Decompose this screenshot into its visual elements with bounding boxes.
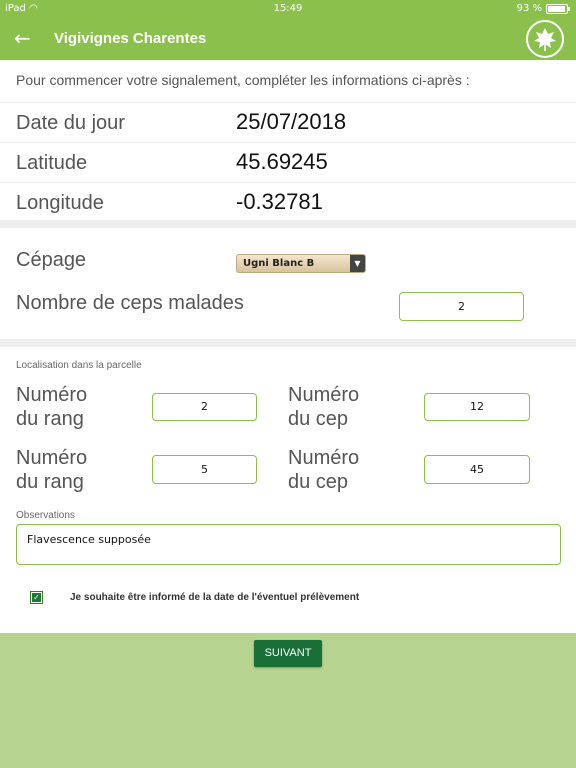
nav-bar: ← Vigivignes Charentes bbox=[0, 18, 576, 60]
longitude-value: -0.32781 bbox=[236, 189, 323, 214]
notify-label: Je souhaite être informé de la date de l… bbox=[70, 592, 360, 603]
notify-checkbox[interactable]: ✓ bbox=[30, 591, 43, 604]
cepage-label: Cépage bbox=[16, 249, 87, 271]
cepage-select[interactable]: Ugni Blanc B ▼ bbox=[236, 254, 366, 273]
latitude-label: Latitude bbox=[16, 152, 88, 174]
cep-label-1: Numéro du cep bbox=[288, 383, 359, 431]
arrow-left-icon[interactable]: ← bbox=[14, 26, 31, 50]
cep-label-line1: Numéro bbox=[288, 384, 360, 406]
observations-textarea[interactable]: Flavescence supposée bbox=[16, 524, 561, 565]
cep-label-line2: du cep bbox=[288, 471, 349, 493]
latitude-value: 45.69245 bbox=[236, 149, 328, 174]
battery-status: 93 % bbox=[516, 3, 570, 14]
battery-icon bbox=[546, 3, 570, 14]
ceps-malades-label: Nombre de ceps malades bbox=[16, 292, 244, 314]
observations-label: Observations bbox=[16, 510, 75, 521]
longitude-row: Longitude -0.32781 bbox=[0, 182, 576, 222]
page-title: Vigivignes Charentes bbox=[54, 30, 207, 47]
status-time: 15:49 bbox=[273, 3, 303, 14]
rang-input-1[interactable]: 2 bbox=[152, 393, 257, 421]
battery-fill bbox=[548, 5, 565, 12]
cep-input-1[interactable]: 12 bbox=[424, 393, 530, 421]
date-label: Date du jour bbox=[16, 112, 125, 134]
cepage-selected-value: Ugni Blanc B bbox=[243, 258, 315, 269]
latitude-row: Latitude 45.69245 bbox=[0, 142, 576, 182]
date-row: Date du jour 25/07/2018 bbox=[0, 102, 576, 142]
localisation-label: Localisation dans la parcelle bbox=[16, 360, 142, 371]
rang-label-line2: du rang bbox=[16, 408, 84, 430]
cep-input-2[interactable]: 45 bbox=[424, 455, 530, 484]
rang-label-line1: Numéro bbox=[16, 384, 88, 406]
rang-input-2[interactable]: 5 bbox=[152, 455, 257, 484]
cep-label-line2: du cep bbox=[288, 408, 349, 430]
battery-percent: 93 % bbox=[516, 3, 542, 14]
longitude-label: Longitude bbox=[16, 192, 104, 214]
rang-label-1: Numéro du rang bbox=[16, 383, 87, 431]
rang-label-2: Numéro du rang bbox=[16, 446, 87, 494]
checkmark-icon: ✓ bbox=[32, 593, 41, 602]
cep-label-line1: Numéro bbox=[288, 447, 360, 469]
section-divider bbox=[0, 339, 576, 347]
vine-leaf-logo-icon bbox=[526, 20, 564, 58]
intro-text: Pour commencer votre signalement, complé… bbox=[16, 72, 470, 88]
status-bar: iPad ◠ 15:49 93 % bbox=[0, 0, 576, 18]
section-divider bbox=[0, 220, 576, 228]
next-button[interactable]: SUIVANT bbox=[254, 640, 322, 667]
date-value: 25/07/2018 bbox=[236, 109, 347, 134]
dropdown-arrow-icon: ▼ bbox=[350, 255, 365, 272]
cep-label-2: Numéro du cep bbox=[288, 446, 359, 494]
rang-label-line2: du rang bbox=[16, 471, 84, 493]
vine-leaf-svg bbox=[534, 28, 556, 51]
ceps-malades-input[interactable]: 2 bbox=[399, 292, 524, 321]
rang-label-line1: Numéro bbox=[16, 447, 88, 469]
